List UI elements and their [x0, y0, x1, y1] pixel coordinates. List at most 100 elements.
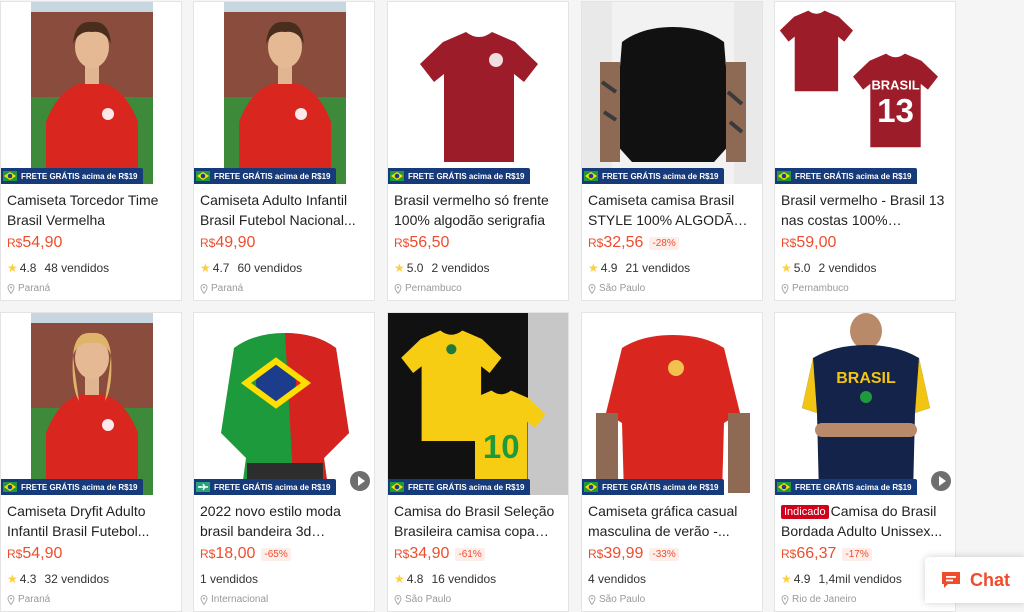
- product-card[interactable]: FRETE GRÁTIS acima de R$19 Camiseta gráfi…: [581, 312, 763, 612]
- product-title-text: Camiseta gráfica casual masculina de ver…: [588, 503, 738, 539]
- svg-text:13: 13: [877, 93, 914, 130]
- product-card[interactable]: 10 FRETE GRÁTIS acima de R$19 Camisa do Br…: [387, 312, 569, 612]
- location-text: Paraná: [211, 283, 244, 294]
- ribbon-text: FRETE GRÁTIS acima de R$19: [602, 171, 719, 181]
- rating-sold-row: ★ 4.3 32 vendidos: [7, 572, 109, 586]
- rating-sold-row: ★ 4.8 16 vendidos: [394, 572, 496, 586]
- location-pin-icon: [781, 594, 789, 605]
- product-title[interactable]: Camisa do Brasil Seleção Brasileira cami…: [394, 501, 564, 541]
- currency-symbol: R$: [781, 547, 797, 561]
- rating-value: 4.9: [793, 572, 811, 586]
- star-icon: ★: [781, 572, 792, 586]
- location-text: Paraná: [18, 283, 51, 294]
- star-icon: ★: [394, 572, 405, 586]
- rating-value: 4.9: [600, 261, 618, 275]
- chat-label: Chat: [970, 569, 1010, 590]
- sold-count: 48 vendidos: [44, 261, 110, 275]
- price-value: 56,50: [409, 234, 450, 251]
- product-card[interactable]: BRASIL 13 FRETE GRÁTIS acima de R$19 Brasil…: [774, 1, 956, 301]
- product-image-wrap: FRETE GRÁTIS acima de R$19: [388, 2, 568, 184]
- product-title-text: Camiseta Torcedor Time Brasil Vermelha: [7, 192, 159, 228]
- currency-symbol: R$: [781, 236, 797, 250]
- discount-badge: -65%: [261, 547, 291, 561]
- star-icon: ★: [781, 261, 792, 275]
- product-image: [582, 313, 762, 495]
- product-image: [194, 2, 374, 184]
- free-shipping-ribbon: FRETE GRÁTIS acima de R$19: [194, 168, 337, 184]
- discount-badge: -17%: [842, 547, 872, 561]
- product-title[interactable]: Camiseta Dryfit Adulto Infantil Brasil F…: [7, 501, 177, 541]
- location-text: Paraná: [18, 594, 51, 605]
- product-title-text: Camiseta camisa Brasil STYLE 100% ALGODÃ…: [588, 192, 745, 228]
- product-title[interactable]: 2022 novo estilo moda brasil bandeira 3d…: [200, 501, 370, 541]
- product-title[interactable]: Camiseta camisa Brasil STYLE 100% ALGODÃ…: [588, 190, 758, 230]
- product-title[interactable]: Brasil vermelho só frente 100% algodão s…: [394, 190, 564, 230]
- location-text: São Paulo: [599, 283, 646, 294]
- location-text: Rio de Janeiro: [792, 594, 857, 605]
- product-image-wrap: FRETE GRÁTIS acima de R$19: [1, 313, 181, 495]
- product-image: [1, 313, 181, 495]
- sold-count: 60 vendidos: [237, 261, 303, 275]
- product-title[interactable]: Brasil vermelho - Brasil 13 nas costas 1…: [781, 190, 951, 230]
- product-card[interactable]: FRETE GRÁTIS acima de R$19 Camiseta Adult…: [193, 1, 375, 301]
- product-card[interactable]: FRETE GRÁTIS acima de R$19 2022 novo esti…: [193, 312, 375, 612]
- product-image: 10: [388, 313, 568, 495]
- seller-location: São Paulo: [588, 283, 645, 294]
- product-price: R$66,37: [781, 545, 836, 563]
- location-text: São Paulo: [599, 594, 646, 605]
- chat-button[interactable]: Chat: [925, 557, 1024, 603]
- indicado-badge: Indicado: [781, 505, 829, 519]
- seller-location: Pernambuco: [394, 283, 462, 294]
- product-price: R$49,90: [200, 234, 255, 252]
- sold-count: 21 vendidos: [625, 261, 691, 275]
- product-card[interactable]: FRETE GRÁTIS acima de R$19 Camiseta Torce…: [0, 1, 182, 301]
- product-title[interactable]: Camiseta Adulto Infantil Brasil Futebol …: [200, 190, 370, 230]
- rating-sold-row: ★ 4.8 48 vendidos: [7, 261, 109, 275]
- currency-symbol: R$: [200, 236, 216, 250]
- rating-sold-row: ★ 4.7 60 vendidos: [200, 261, 302, 275]
- brazil-flag-icon: [777, 482, 791, 492]
- free-shipping-ribbon: FRETE GRÁTIS acima de R$19: [1, 168, 144, 184]
- brazil-flag-icon: [3, 482, 17, 492]
- location-pin-icon: [200, 594, 208, 605]
- seller-location: Paraná: [7, 594, 50, 605]
- product-card[interactable]: FRETE GRÁTIS acima de R$19 Camiseta camis…: [581, 1, 763, 301]
- price-row: R$54,90: [7, 234, 62, 252]
- price-row: R$66,37 -17%: [781, 545, 872, 563]
- star-icon: ★: [200, 261, 211, 275]
- rating-value: 5.0: [406, 261, 424, 275]
- product-card[interactable]: FRETE GRÁTIS acima de R$19 Camiseta Dryfi…: [0, 312, 182, 612]
- rating-sold-row: 4 vendidos: [588, 572, 646, 586]
- product-title-text: 2022 novo estilo moda brasil bandeira 3d…: [200, 503, 341, 539]
- chat-bubble-icon: [942, 572, 960, 588]
- price-value: 32,56: [603, 234, 644, 251]
- price-value: 66,37: [796, 545, 837, 562]
- sold-count: 4 vendidos: [588, 572, 647, 586]
- product-title-text: Brasil vermelho - Brasil 13 nas costas 1…: [781, 192, 945, 228]
- product-price: R$54,90: [7, 545, 62, 563]
- svg-text:BRASIL: BRASIL: [871, 78, 919, 93]
- seller-location: São Paulo: [394, 594, 451, 605]
- product-price: R$39,99: [588, 545, 643, 563]
- sold-count: 32 vendidos: [44, 572, 110, 586]
- product-title[interactable]: Camiseta gráfica casual masculina de ver…: [588, 501, 758, 541]
- price-row: R$34,90 -61%: [394, 545, 485, 563]
- currency-symbol: R$: [588, 547, 604, 561]
- product-price: R$18,00: [200, 545, 255, 563]
- rating-sold-row: ★ 5.0 2 vendidos: [781, 261, 877, 275]
- rating-value: 5.0: [793, 261, 811, 275]
- free-shipping-ribbon: FRETE GRÁTIS acima de R$19: [1, 479, 144, 495]
- free-shipping-ribbon: FRETE GRÁTIS acima de R$19: [582, 479, 725, 495]
- product-card[interactable]: FRETE GRÁTIS acima de R$19 Brasil vermelh…: [387, 1, 569, 301]
- currency-symbol: R$: [200, 547, 216, 561]
- play-video-icon[interactable]: [931, 471, 951, 491]
- product-image: BRASIL13: [775, 2, 955, 184]
- price-value: 54,90: [22, 545, 63, 562]
- location-text: Internacional: [211, 594, 269, 605]
- seller-location: Paraná: [7, 283, 50, 294]
- star-icon: ★: [588, 261, 599, 275]
- ribbon-text: FRETE GRÁTIS acima de R$19: [408, 171, 525, 181]
- play-video-icon[interactable]: [350, 471, 370, 491]
- product-title[interactable]: Indicado Camisa do Brasil Bordada Adulto …: [781, 501, 951, 541]
- product-title[interactable]: Camiseta Torcedor Time Brasil Vermelha: [7, 190, 177, 230]
